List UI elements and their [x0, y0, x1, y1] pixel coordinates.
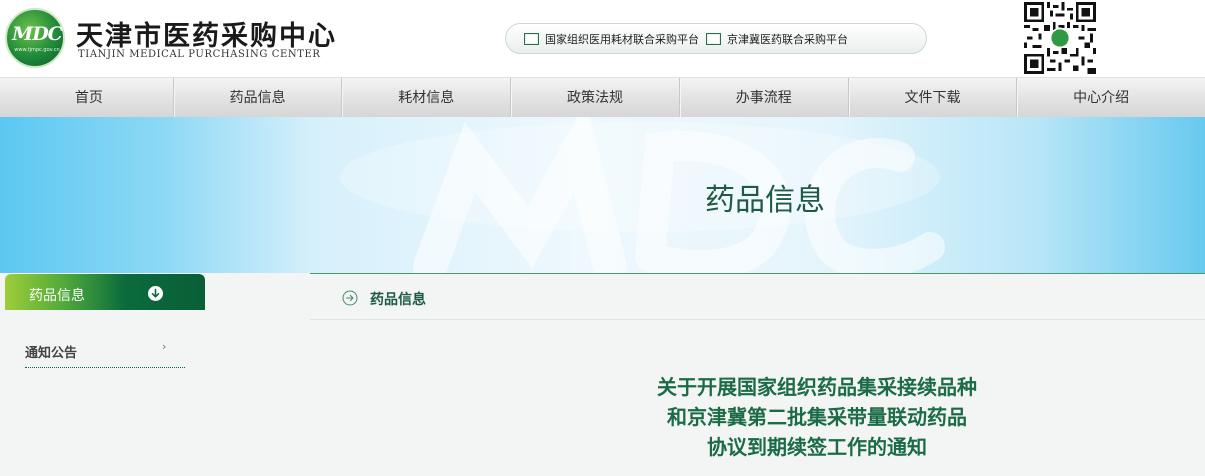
window-icon: [706, 33, 721, 45]
arrow-down-circle-icon: [148, 286, 163, 301]
nav-item-policies[interactable]: 政策法规: [511, 78, 680, 118]
article-title: 关于开展国家组织药品集采接续品种 和京津冀第二批集采带量联动药品 协议到期续签工…: [610, 372, 1024, 462]
sidebar-header: 药品信息: [5, 274, 205, 310]
nav-item-about[interactable]: 中心介绍: [1017, 78, 1185, 118]
nav-item-drug-info[interactable]: 药品信息: [174, 78, 343, 118]
logo-url: www.tjmpc.gov.cn: [14, 47, 60, 53]
site-header: MDC www.tjmpc.gov.cn 天津市医药采购中心 TIANJIN M…: [0, 0, 1205, 77]
article-title-line: 和京津冀第二批集采带量联动药品: [667, 405, 967, 429]
window-icon: [524, 33, 539, 45]
sidebar-header-label: 药品信息: [29, 288, 85, 304]
main-nav: 首页 药品信息 耗材信息 政策法规 办事流程 文件下载 中心介绍: [0, 77, 1205, 118]
platform-link-label: 国家组织医用耗材联合采购平台: [545, 33, 699, 46]
main-content: 药品信息 关于开展国家组织药品集采接续品种 和京津冀第二批集采带量联动药品 协议…: [310, 273, 1205, 476]
arrow-right-circle-icon: [342, 290, 358, 306]
page-banner: 药品信息: [0, 117, 1205, 273]
qr-code-icon: [1024, 2, 1096, 74]
article-title-line: 关于开展国家组织药品集采接续品种: [657, 375, 977, 399]
platform-link-jingjinji[interactable]: 京津冀医药联合采购平台: [706, 31, 848, 47]
sidebar: 药品信息 通知公告 ›: [0, 273, 310, 476]
nav-item-home[interactable]: 首页: [5, 78, 174, 118]
site-title: 天津市医药采购中心: [76, 21, 337, 52]
chevron-right-icon: ›: [162, 340, 167, 353]
sidebar-item-notices[interactable]: 通知公告 ›: [25, 340, 185, 368]
article-title-line: 协议到期续签工作的通知: [707, 435, 927, 459]
section-title: 药品信息: [370, 292, 426, 308]
logo-mark: MDC: [12, 23, 63, 45]
sidebar-item-label: 通知公告: [25, 346, 78, 361]
site-subtitle: TIANJIN MEDICAL PURCHASING CENTER: [78, 49, 321, 60]
section-header: 药品信息: [310, 274, 1205, 320]
nav-item-consumables-info[interactable]: 耗材信息: [342, 78, 512, 118]
platform-link-national[interactable]: 国家组织医用耗材联合采购平台: [524, 31, 699, 47]
platform-links-bar: 国家组织医用耗材联合采购平台 京津冀医药联合采购平台: [505, 23, 927, 54]
nav-item-downloads[interactable]: 文件下载: [849, 78, 1018, 118]
platform-link-label: 京津冀医药联合采购平台: [727, 33, 848, 46]
banner-title: 药品信息: [705, 183, 825, 218]
site-logo[interactable]: MDC www.tjmpc.gov.cn: [5, 8, 65, 68]
nav-item-procedures[interactable]: 办事流程: [680, 78, 849, 118]
